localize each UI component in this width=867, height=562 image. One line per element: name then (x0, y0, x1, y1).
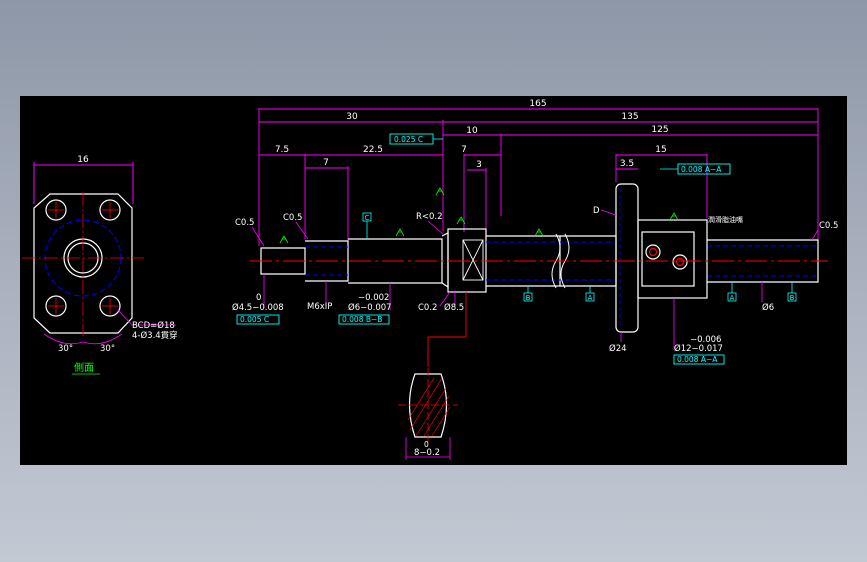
dim-flange-len: 15 (655, 145, 666, 155)
dim-flange-offset: 3.5 (620, 159, 634, 169)
bcd-note: BCD=Ø18 (132, 320, 175, 331)
dim-22-5: 22.5 (363, 145, 383, 155)
svg-text:0.008 A−A: 0.008 A−A (681, 165, 722, 174)
svg-text:0.005 C: 0.005 C (240, 315, 269, 324)
cad-drawing-viewport[interactable]: 16 BCD=Ø18 4-Ø3.4貫穿 30° 30° 側面 165 30 13… (20, 96, 847, 465)
bottom-tolerance-frames: 0.005 C 0.008 B−B 0.008 A−A (236, 314, 725, 365)
d45-upper: 0 (256, 293, 261, 303)
chamfer-labels: C0.5 C0.5 R<0.2 C0.2 C0.5 (235, 212, 838, 313)
bottom-dim-labels: 0 Ø4.5−0.008 M6xIP −0.002 Ø6−0.007 Ø8.5 … (232, 293, 774, 354)
datum-d: D (593, 206, 600, 216)
dim-7-5: 7.5 (275, 145, 289, 155)
dim-7-a: 7 (323, 158, 329, 168)
side-caption: 側面 (74, 361, 94, 374)
radius-note: R<0.2 (416, 212, 443, 222)
datum-b1: B (526, 294, 531, 302)
roughness-symbols (279, 187, 679, 244)
thread-label: M6xIP (307, 302, 332, 312)
angle-right: 30° (100, 344, 115, 354)
d24: Ø24 (609, 343, 627, 354)
d6-upper: −0.002 (358, 293, 389, 303)
d45: Ø4.5−0.008 (232, 302, 284, 313)
datum-a1: A (588, 294, 593, 302)
leader-lines (251, 209, 819, 307)
datum-c: C (365, 214, 370, 222)
dim-nut-to-end: 125 (651, 125, 668, 135)
d6-right: Ø6 (762, 302, 774, 313)
dim-right-section: 135 (621, 112, 638, 122)
side-width-dim: 16 (77, 155, 89, 165)
svg-text:0.008 A−A: 0.008 A−A (677, 355, 718, 364)
chamfer-left-end: C0.5 (235, 218, 254, 228)
overall-dim-labels: 165 30 135 125 10 7.5 22.5 7 7 3 15 3.5 (275, 99, 669, 170)
chamfer-groove: C0.2 (418, 303, 437, 313)
dim-3: 3 (476, 160, 482, 170)
d12: Ø12−0.017 (674, 343, 723, 354)
d6: Ø6−0.007 (348, 302, 392, 313)
flange-tolerance-frame: 0.008 A−A (660, 163, 731, 175)
svg-text:0.025 C: 0.025 C (394, 135, 423, 144)
dim-7-b: 7 (461, 145, 467, 155)
dim-10: 10 (466, 126, 478, 136)
hole-note: 4-Ø3.4貫穿 (132, 330, 178, 341)
cad-drawing: 16 BCD=Ø18 4-Ø3.4貫穿 30° 30° 側面 165 30 13… (22, 99, 838, 460)
svg-text:0.008 B−B: 0.008 B−B (342, 315, 382, 324)
section-width: 8−0.2 (414, 448, 440, 458)
dim-left-section: 30 (346, 112, 358, 122)
dim-total: 165 (529, 99, 546, 109)
side-view: 16 BCD=Ø18 4-Ø3.4貫穿 30° 30° 側面 (22, 155, 178, 375)
chamfer-step: C0.5 (283, 213, 302, 223)
top-tolerance-frame: 0.025 C (389, 133, 443, 145)
flat-cross (462, 239, 484, 281)
angle-left: 30° (58, 344, 73, 354)
datum-b2: B (790, 294, 795, 302)
chamfer-right-end: C0.5 (819, 221, 838, 231)
overall-dimensions (258, 108, 819, 246)
section-view: 0 8−0.2 (398, 292, 467, 460)
d85: Ø8.5 (444, 302, 464, 313)
datum-a2: A (730, 294, 735, 302)
datum-markers: C B A A B (362, 212, 797, 302)
ball-nut (615, 183, 708, 333)
nut-note: 潤滑脂油嘴 (708, 215, 743, 224)
